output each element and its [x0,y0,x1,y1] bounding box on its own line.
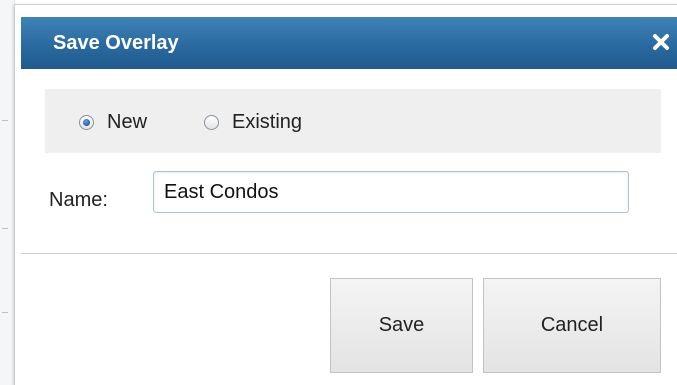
background-page-edge [0,0,15,385]
radio-option-new[interactable]: New [79,111,147,133]
radio-new-button[interactable] [79,114,94,130]
background-mark [2,120,8,121]
overlay-type-radio-group: New Existing [45,89,661,153]
close-icon[interactable] [648,29,674,55]
page: Save Overlay New Existing Name: East Con… [0,0,677,385]
cancel-button[interactable]: Cancel [483,278,661,373]
save-button[interactable]: Save [330,278,473,373]
dialog-title: Save Overlay [53,32,179,54]
name-input[interactable] [153,171,629,213]
name-label: Name: [49,189,108,211]
radio-option-existing[interactable]: Existing [204,111,302,133]
background-mark [2,228,8,229]
radio-existing-button[interactable] [204,114,219,130]
background-mark [2,312,8,313]
radio-new-label[interactable]: New [107,111,147,133]
radio-existing-label[interactable]: Existing [232,111,302,133]
dialog-content: New Existing Name: Save Cancel [21,69,677,385]
dialog-titlebar[interactable]: Save Overlay [21,17,677,69]
save-overlay-dialog: Save Overlay New Existing Name: East Con… [14,4,677,385]
dialog-separator [21,253,677,254]
